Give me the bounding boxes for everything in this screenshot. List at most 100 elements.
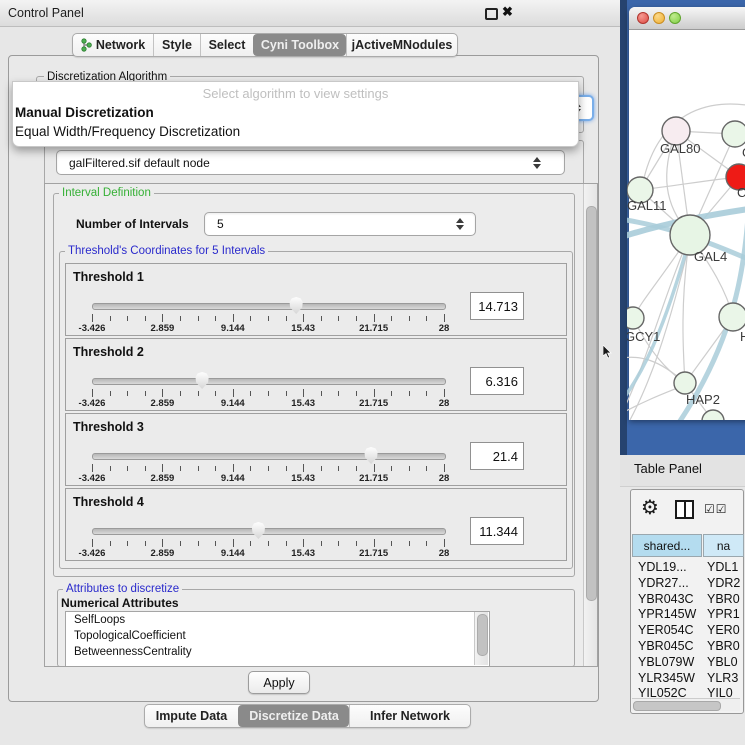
popup-item-equal-width-frequency[interactable]: Equal Width/Frequency Discretization — [15, 123, 575, 141]
threshold-value-field[interactable]: 21.4 — [470, 442, 524, 470]
tab-label: Infer Network — [370, 709, 450, 723]
list-item[interactable]: TopologicalCoefficient — [66, 628, 489, 644]
slider-thumb[interactable] — [251, 522, 266, 539]
list-item[interactable]: BetweennessCentrality — [66, 644, 489, 660]
table-cell[interactable]: YPR145W — [638, 607, 702, 621]
table-cell[interactable]: YER0 — [707, 623, 742, 637]
tick-mark — [215, 391, 216, 396]
settings-scrollbar[interactable] — [583, 184, 598, 666]
table-cell[interactable]: YBR0 — [707, 639, 742, 653]
tick-mark — [356, 391, 357, 396]
tick-mark — [110, 391, 111, 396]
tick-mark — [162, 464, 163, 472]
network-node[interactable] — [719, 303, 745, 331]
tab-discretize-data[interactable]: Discretize Data — [238, 705, 349, 727]
float-window-icon[interactable] — [485, 8, 498, 20]
tick-mark — [110, 541, 111, 546]
table-cell[interactable]: YPR1 — [707, 607, 742, 621]
threshold-slider[interactable] — [92, 303, 446, 310]
table-cell[interactable]: YLR3 — [707, 671, 742, 685]
slider-thumb[interactable] — [195, 372, 210, 389]
minimize-traffic-light-icon[interactable] — [653, 12, 665, 24]
tick-mark — [162, 389, 163, 397]
threshold-value-field[interactable]: 6.316 — [470, 367, 524, 395]
tick-mark — [233, 389, 234, 397]
table-column-header[interactable]: na — [703, 534, 744, 557]
tab-infer-network[interactable]: Infer Network — [349, 705, 470, 727]
gear-icon[interactable]: ⚙ — [641, 497, 659, 517]
table-cell[interactable]: YBR0 — [707, 592, 742, 606]
tab-network[interactable]: Network — [73, 34, 153, 56]
close-icon[interactable]: ✖ — [502, 4, 513, 20]
table-cell[interactable]: YDL19... — [638, 560, 702, 574]
network-node[interactable] — [674, 372, 696, 394]
threshold-row-1: Threshold 1-3.4262.8599.14415.4321.71528… — [65, 263, 567, 336]
tick-label: 21.715 — [359, 323, 388, 334]
table-cell[interactable]: YDR27... — [638, 576, 702, 590]
network-edge — [640, 177, 739, 190]
network-node[interactable] — [722, 121, 745, 147]
tick-mark — [127, 541, 128, 546]
tab-label: Impute Data — [156, 709, 228, 723]
threshold-slider[interactable] — [92, 378, 446, 385]
table-cell[interactable]: YBR045C — [638, 639, 702, 653]
table-column-header[interactable]: shared... — [632, 534, 702, 557]
tab-jactivemnodules[interactable]: jActiveMNodules — [346, 34, 457, 56]
tab-cyni-toolbox[interactable]: Cyni Toolbox — [253, 34, 346, 56]
split-columns-icon[interactable] — [675, 500, 694, 519]
network-graph[interactable]: GAL80GCGAL11GAL4GCY1HHAP2 — [627, 30, 745, 420]
tick-mark — [286, 316, 287, 321]
threshold-value-field[interactable]: 14.713 — [470, 292, 524, 320]
tab-impute-data[interactable]: Impute Data — [145, 705, 238, 727]
tick-label: 2.859 — [151, 323, 175, 334]
table-cell[interactable]: YBL0 — [707, 655, 742, 669]
tick-mark — [286, 466, 287, 471]
number-of-intervals-combobox[interactable]: 5 — [204, 212, 476, 236]
table-hscrollbar[interactable] — [632, 698, 740, 711]
slider-thumb[interactable] — [364, 447, 379, 464]
table-cell[interactable]: YER054C — [638, 623, 702, 637]
checkbox-icons[interactable]: ☑☑ — [704, 502, 728, 516]
interval-definition-label: Interval Definition — [59, 187, 154, 199]
combo-arrows-icon — [533, 157, 542, 169]
tick-label: -3.426 — [79, 473, 106, 484]
zoom-traffic-light-icon[interactable] — [669, 12, 681, 24]
tick-label: -3.426 — [79, 323, 106, 334]
tick-mark — [198, 316, 199, 321]
attributes-scrollbar[interactable] — [474, 612, 488, 665]
threshold-label: Threshold 2 — [73, 345, 144, 359]
tab-label: Cyni Toolbox — [261, 38, 339, 52]
tab-label: Select — [209, 38, 246, 52]
table-cell[interactable]: YDR2 — [707, 576, 742, 590]
numerical-attributes-list[interactable]: SelfLoopsTopologicalCoefficientBetweenne… — [65, 611, 490, 667]
table-data-combobox[interactable]: galFiltered.sif default node — [56, 150, 565, 175]
table-cell[interactable]: YBR043C — [638, 592, 702, 606]
tab-select[interactable]: Select — [200, 34, 253, 56]
threshold-slider[interactable] — [92, 453, 446, 460]
combo-arrows-icon — [456, 218, 465, 230]
table-cell[interactable]: YDL1 — [707, 560, 742, 574]
apply-button[interactable]: Apply — [248, 671, 310, 694]
tick-label: 15.43 — [291, 548, 315, 559]
table-cell[interactable]: YBL079W — [638, 655, 702, 669]
threshold-label: Threshold 3 — [73, 420, 144, 434]
tick-label: 2.859 — [151, 398, 175, 409]
popup-item-manual-discretization[interactable]: Manual Discretization — [15, 104, 575, 122]
numerical-attributes-label: Numerical Attributes — [61, 596, 179, 610]
tick-label: 2.859 — [151, 548, 175, 559]
tick-label: 28 — [439, 398, 450, 409]
tab-style[interactable]: Style — [153, 34, 200, 56]
network-node-label: C — [737, 185, 745, 200]
tick-mark — [250, 316, 251, 321]
threshold-slider[interactable] — [92, 528, 446, 535]
table-cell[interactable]: YLR345W — [638, 671, 702, 685]
tick-mark — [444, 314, 445, 322]
threshold-value-field[interactable]: 11.344 — [470, 517, 524, 545]
list-item[interactable]: SelfLoops — [66, 612, 489, 628]
slider-thumb[interactable] — [289, 297, 304, 314]
threshold-row-2: Threshold 2-3.4262.8599.14415.4321.71528… — [65, 338, 567, 411]
network-node[interactable] — [627, 307, 644, 329]
tick-mark — [391, 391, 392, 396]
close-traffic-light-icon[interactable] — [637, 12, 649, 24]
tick-mark — [409, 316, 410, 321]
